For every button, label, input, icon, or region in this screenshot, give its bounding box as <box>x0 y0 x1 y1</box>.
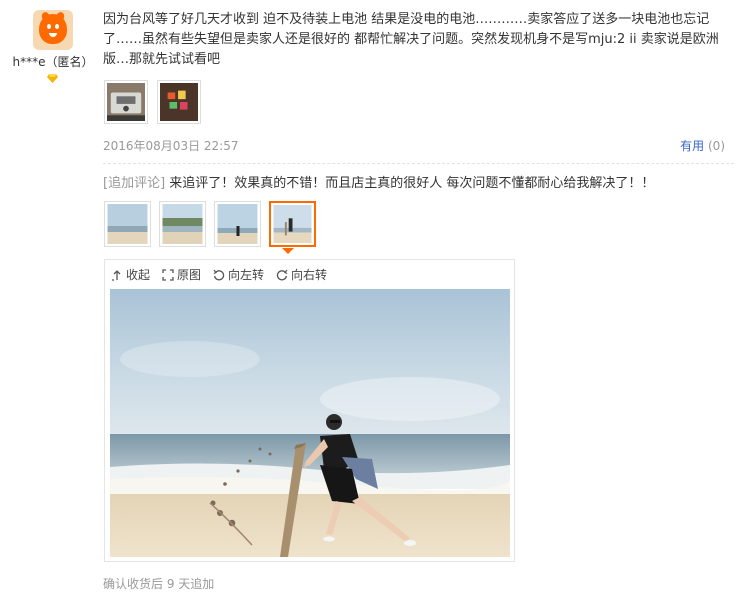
beach-photo-image <box>273 205 312 243</box>
append-photo-thumbnail[interactable] <box>214 201 261 247</box>
original-image-label: 原图 <box>177 268 202 282</box>
append-photo-thumbnail-selected[interactable] <box>269 201 316 247</box>
append-review: [追加评论] 来追评了！效果真的不错！而且店主真的很好人 每次问题不懂都耐心给我… <box>103 174 654 194</box>
original-image-button[interactable]: 原图 <box>162 266 201 283</box>
review-photo-thumbnail[interactable] <box>104 80 148 124</box>
rotate-right-label: 向右转 <box>291 268 328 282</box>
camera-photo-image <box>107 83 145 121</box>
diamond-rank-icon <box>47 74 58 83</box>
collapse-up-icon <box>112 269 121 281</box>
rotate-left-icon <box>213 269 225 280</box>
review-date: 2016年08月03日 22:57 <box>103 139 239 153</box>
useful-count: (0) <box>708 139 725 153</box>
collapse-label: 收起 <box>126 268 151 282</box>
viewer-toolbar: 收起 原图 向左转 向右转 <box>111 266 327 283</box>
reviewer-name: h***e（匿名） <box>12 55 94 69</box>
expand-icon <box>162 268 174 281</box>
review-text: 因为台风等了好几天才收到 迫不及待装上电池 结果是没电的电池…………卖家答应了送… <box>103 12 719 67</box>
append-text: 来追评了！效果真的不错！而且店主真的很好人 每次问题不懂都耐心给我解决了！！ <box>169 176 655 191</box>
useful-button[interactable]: 有用 (0) <box>680 137 725 154</box>
append-time-note: 确认收货后 9 天追加 <box>103 577 215 591</box>
append-photo-thumbnail[interactable] <box>159 201 206 247</box>
append-tag: [追加评论] <box>103 176 166 191</box>
rotate-right-button[interactable]: 向右转 <box>276 266 327 283</box>
beach-photo-image <box>217 204 258 244</box>
beach-photo-image <box>107 204 148 244</box>
append-photo-thumbnail[interactable] <box>104 201 151 247</box>
review-photo-thumbnail[interactable] <box>157 80 201 124</box>
rotate-right-icon <box>276 269 288 280</box>
collapse-button[interactable]: 收起 <box>111 266 150 283</box>
beach-photo-large <box>110 289 510 557</box>
avatar[interactable] <box>33 10 73 50</box>
rotate-left-label: 向左转 <box>228 268 265 282</box>
batteries-photo-image <box>160 83 198 121</box>
rotate-left-button[interactable]: 向左转 <box>213 266 264 283</box>
divider <box>103 163 734 164</box>
photo-viewer: 收起 原图 向左转 向右转 <box>104 259 515 562</box>
useful-label[interactable]: 有用 <box>680 139 704 153</box>
beach-photo-image <box>162 204 203 244</box>
review-photo-list <box>104 80 201 124</box>
selected-thumbnail-arrow <box>282 248 294 254</box>
append-photo-list <box>104 201 316 247</box>
